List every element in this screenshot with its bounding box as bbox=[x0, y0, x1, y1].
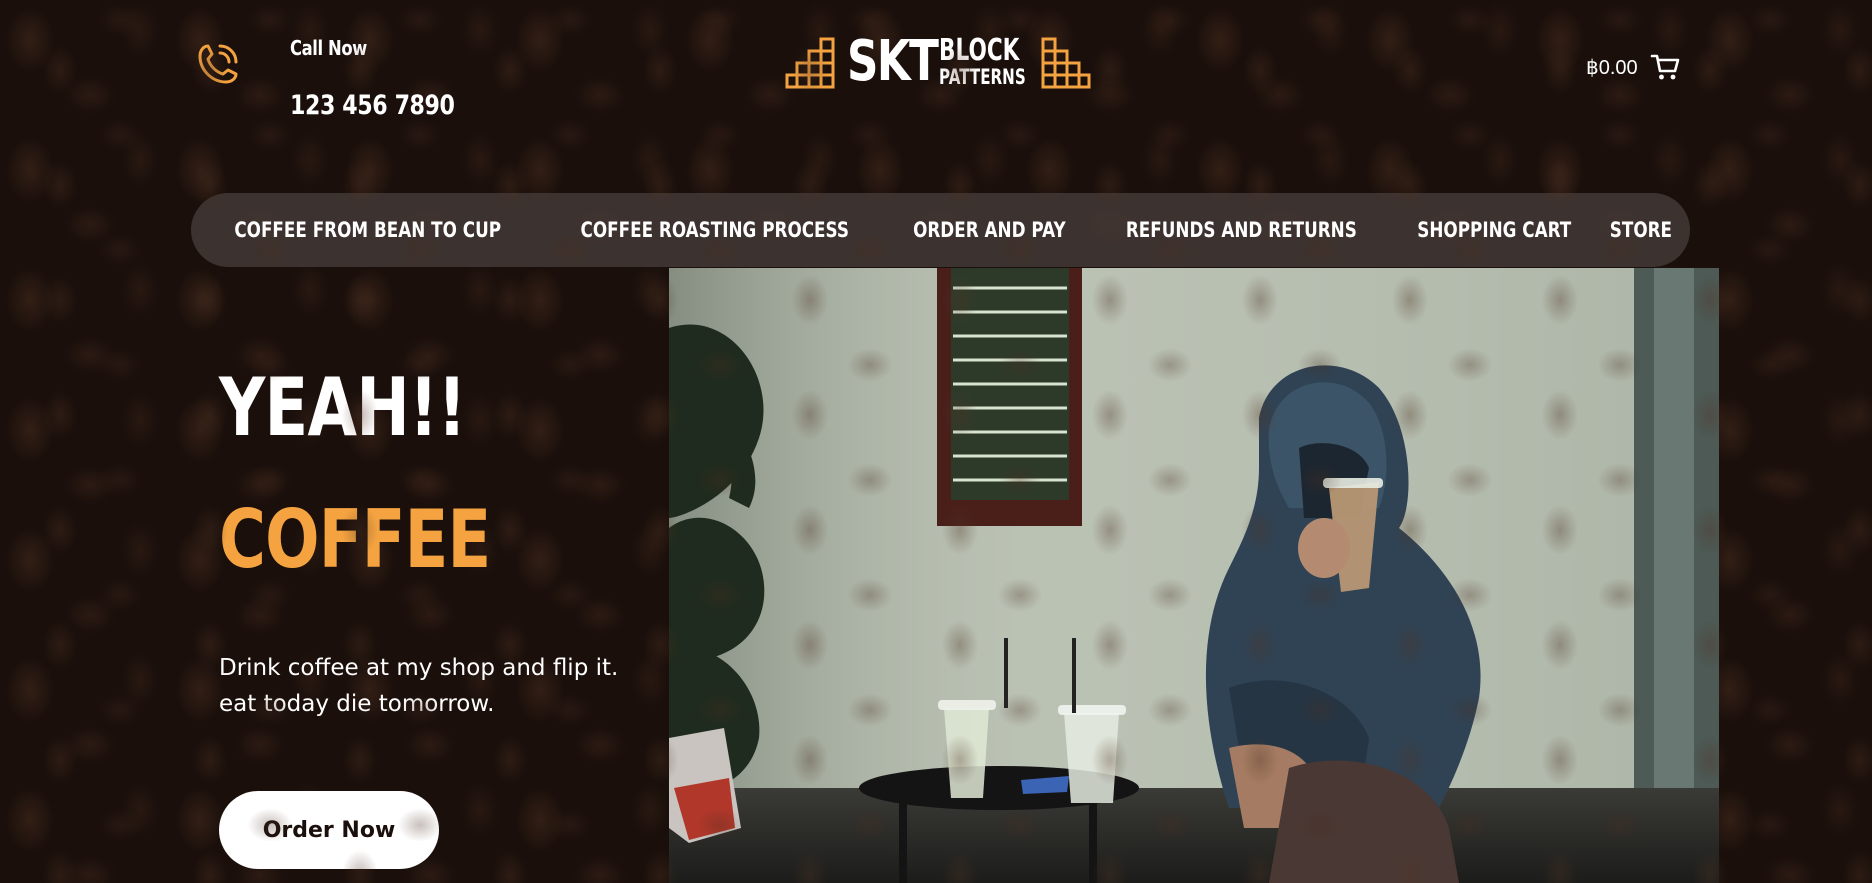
logo-words: BLOCK PATTERNS bbox=[939, 33, 1039, 89]
logo-text-main: SKT bbox=[847, 29, 939, 94]
logo-bricks-left-icon bbox=[785, 37, 835, 89]
phone-ringing-icon bbox=[198, 44, 238, 84]
hero-title-line2: COFFEE bbox=[219, 493, 491, 586]
order-now-button[interactable]: Order Now bbox=[219, 791, 439, 869]
logo-bricks-right-icon bbox=[1041, 37, 1091, 89]
phone-number-link[interactable]: 123 456 7890 bbox=[290, 90, 455, 121]
site-logo[interactable]: SKT BLOCK PATTERNS bbox=[785, 32, 1097, 92]
hero-photo-illustration bbox=[669, 268, 1719, 883]
hero-title-line1: YEAH!! bbox=[219, 361, 467, 454]
nav-item-order-and-pay[interactable]: Order And Pay bbox=[913, 218, 1066, 242]
logo-text-line1: BLOCK bbox=[939, 33, 1020, 68]
cart-total[interactable]: ฿0.00 bbox=[1586, 55, 1638, 80]
call-now-label: Call Now bbox=[290, 36, 367, 60]
call-now-block: Call Now 123 456 7890 bbox=[190, 36, 491, 121]
nav-item-coffee-from-bean-to-cup[interactable]: Coffee From Bean To Cup bbox=[234, 218, 501, 242]
nav-item-refunds-and-returns[interactable]: Refunds And Returns bbox=[1126, 218, 1357, 242]
logo-text-line2: PATTERNS bbox=[939, 65, 1026, 89]
hero-description: Drink coffee at my shop and flip it. eat… bbox=[219, 655, 619, 717]
page: Call Now 123 456 7890 SKT BLOCK PATTERNS bbox=[0, 0, 1872, 883]
nav-item-coffee-roasting-process[interactable]: Coffee Roasting Process bbox=[580, 218, 848, 242]
shopping-cart-icon[interactable] bbox=[1650, 52, 1680, 82]
nav-item-shopping-cart[interactable]: Shopping Cart bbox=[1417, 218, 1571, 242]
mini-cart[interactable]: ฿0.00 bbox=[1586, 52, 1680, 82]
nav-item-store[interactable]: Store bbox=[1610, 218, 1672, 242]
hero-image bbox=[669, 268, 1719, 883]
call-text: Call Now 123 456 7890 bbox=[290, 36, 491, 121]
main-navigation: Coffee From Bean To Cup Coffee Roasting … bbox=[191, 193, 1690, 267]
